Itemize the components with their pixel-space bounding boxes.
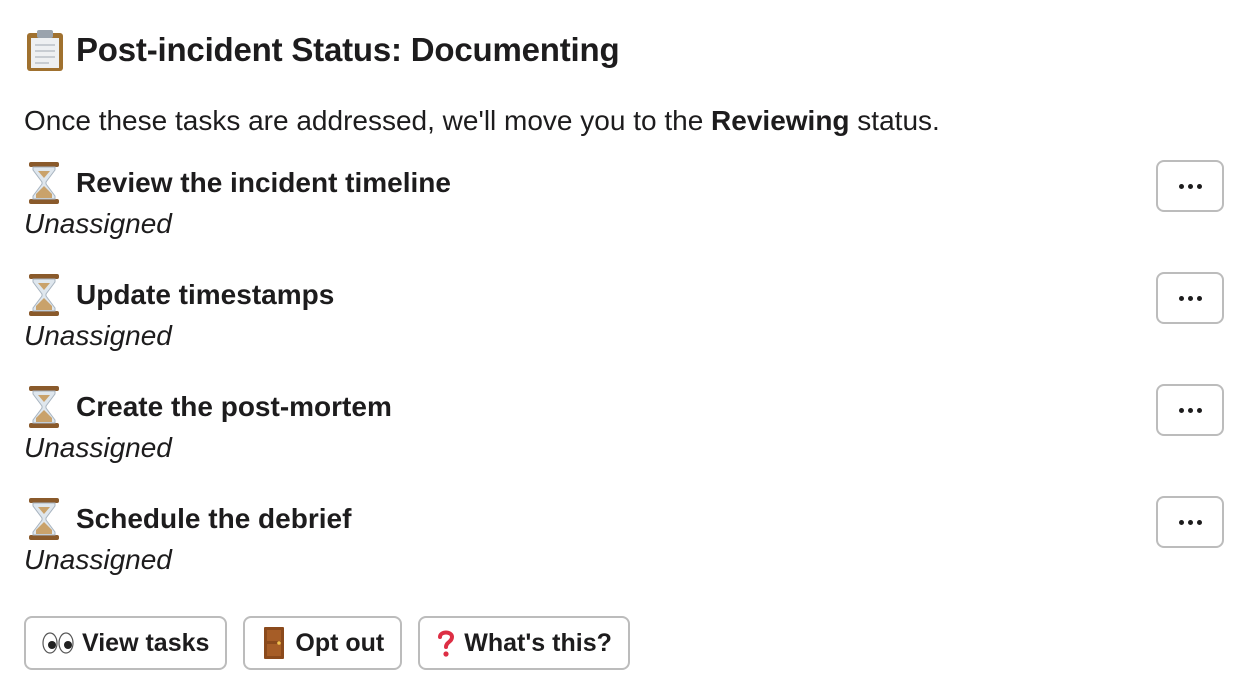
panel-header: Post-incident Status: Documenting [24,24,1224,76]
hourglass-icon [29,386,59,428]
task-assignee: Unassigned [24,320,172,351]
task-item: Schedule the debrief Unassigned [24,496,1224,608]
question-mark-icon [436,628,456,658]
more-dots-icon [1178,407,1202,413]
task-assignee: Unassigned [24,208,172,239]
task-assignee: Unassigned [24,432,172,463]
more-dots-icon [1178,183,1202,189]
view-tasks-button[interactable]: View tasks [24,616,228,670]
page-title: Post-incident Status: Documenting [76,31,620,68]
more-dots-icon [1178,519,1202,525]
next-status-label: Reviewing [711,105,850,136]
hourglass-icon [29,498,59,540]
task-list: Review the incident timeline Unassigned … [24,160,1224,608]
door-icon [261,626,287,660]
status-description: Once these tasks are addressed, we'll mo… [24,104,1224,138]
hourglass-icon [29,274,59,316]
whats-this-button[interactable]: What's this? [418,616,630,670]
hourglass-icon [29,162,59,204]
intro-suffix: status. [849,105,940,136]
more-dots-icon [1178,295,1202,301]
task-item: Create the post-mortem Unassigned [24,384,1224,496]
task-item: Review the incident timeline Unassigned [24,160,1224,272]
intro-prefix: Once these tasks are addressed, we'll mo… [24,105,712,136]
task-assignee: Unassigned [24,544,172,575]
task-title: Review the incident timeline [76,167,451,198]
post-incident-panel: Post-incident Status: Documenting Once t… [24,24,1224,670]
whats-this-label: What's this? [464,628,612,657]
opt-out-button[interactable]: Opt out [243,616,403,670]
task-item: Update timestamps Unassigned [24,272,1224,384]
task-overflow-button[interactable] [1156,496,1224,548]
task-title: Schedule the debrief [76,503,352,534]
task-title: Create the post-mortem [76,391,392,422]
eyes-icon [42,632,74,654]
opt-out-label: Opt out [295,628,385,657]
action-bar: View tasks Opt out What's this? [24,616,1224,670]
task-overflow-button[interactable] [1156,272,1224,324]
task-title: Update timestamps [76,279,335,310]
task-overflow-button[interactable] [1156,384,1224,436]
view-tasks-label: View tasks [82,628,210,657]
task-overflow-button[interactable] [1156,160,1224,212]
clipboard-icon [27,30,63,71]
